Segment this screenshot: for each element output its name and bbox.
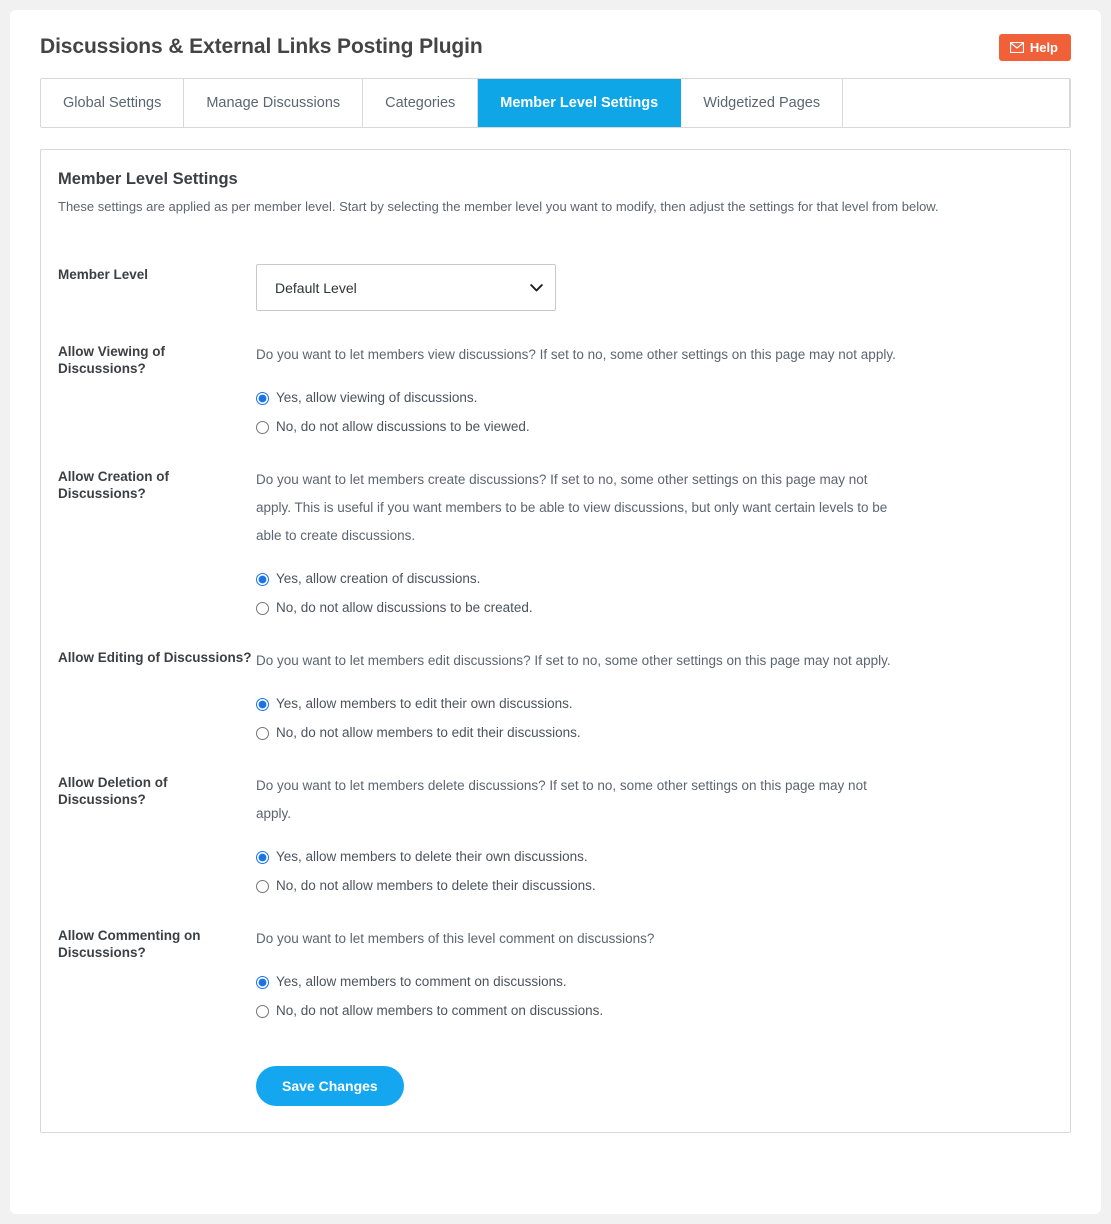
member-level-row: Member Level Default Level	[58, 228, 1053, 311]
setting-allow-deletion: Allow Deletion of Discussions? Do you wa…	[58, 742, 1053, 895]
radio-allow-deletion-no[interactable]	[256, 879, 269, 893]
radio-allow-editing-yes-label[interactable]: Yes, allow members to edit their own dis…	[276, 695, 573, 713]
save-button[interactable]: Save Changes	[256, 1066, 404, 1106]
setting-allow-editing: Allow Editing of Discussions? Do you wan…	[58, 617, 1053, 742]
tab-global-settings[interactable]: Global Settings	[41, 79, 185, 127]
setting-allow-creation: Allow Creation of Discussions? Do you wa…	[58, 436, 1053, 617]
setting-label: Allow Creation of Discussions?	[58, 469, 169, 501]
save-row: Save Changes	[58, 1020, 1053, 1106]
radio-option-yes[interactable]: Yes, allow creation of discussions.	[256, 570, 1053, 588]
radio-allow-editing-no[interactable]	[256, 726, 269, 740]
help-button[interactable]: Help	[998, 34, 1071, 61]
tab-bar: Global Settings Manage Discussions Categ…	[40, 78, 1071, 128]
setting-description: Do you want to let members edit discussi…	[256, 653, 891, 668]
page-title: Discussions & External Links Posting Plu…	[40, 35, 483, 58]
radio-allow-editing-yes[interactable]	[256, 697, 269, 711]
radio-option-yes[interactable]: Yes, allow viewing of discussions.	[256, 389, 1053, 407]
setting-description: Do you want to let members create discus…	[256, 472, 888, 543]
tab-manage-discussions[interactable]: Manage Discussions	[184, 79, 364, 127]
setting-label: Allow Commenting on Discussions?	[58, 928, 201, 960]
plugin-card: Discussions & External Links Posting Plu…	[10, 10, 1101, 1214]
radio-group-allow-creation: Yes, allow creation of discussions. No, …	[256, 570, 1053, 617]
radio-group-allow-editing: Yes, allow members to edit their own dis…	[256, 695, 1053, 742]
member-level-settings-panel: Member Level Settings These settings are…	[40, 149, 1071, 1133]
radio-group-allow-viewing: Yes, allow viewing of discussions. No, d…	[256, 389, 1053, 436]
app-header: Discussions & External Links Posting Plu…	[30, 28, 1081, 61]
panel-title: Member Level Settings	[58, 170, 238, 188]
mail-icon	[1009, 42, 1024, 53]
radio-option-yes[interactable]: Yes, allow members to edit their own dis…	[256, 695, 1053, 713]
radio-option-no[interactable]: No, do not allow members to edit their d…	[256, 724, 1053, 742]
tab-categories[interactable]: Categories	[363, 79, 479, 127]
radio-allow-editing-no-label[interactable]: No, do not allow members to edit their d…	[276, 724, 581, 742]
member-level-select-wrap: Default Level	[256, 264, 556, 311]
setting-allow-viewing: Allow Viewing of Discussions? Do you wan…	[58, 311, 1053, 436]
help-button-label: Help	[1029, 40, 1058, 55]
radio-allow-viewing-no-label[interactable]: No, do not allow discussions to be viewe…	[276, 418, 530, 436]
radio-allow-viewing-yes[interactable]	[256, 391, 269, 405]
radio-allow-deletion-no-label[interactable]: No, do not allow members to delete their…	[276, 877, 596, 895]
tab-member-level-settings[interactable]: Member Level Settings	[478, 79, 682, 127]
page-background: Discussions & External Links Posting Plu…	[0, 0, 1111, 1224]
setting-label: Allow Deletion of Discussions?	[58, 775, 168, 807]
radio-allow-deletion-yes-label[interactable]: Yes, allow members to delete their own d…	[276, 848, 588, 866]
member-level-label: Member Level	[58, 267, 149, 282]
setting-description: Do you want to let members delete discus…	[256, 778, 867, 821]
tab-bar-filler	[843, 79, 1070, 127]
radio-group-allow-deletion: Yes, allow members to delete their own d…	[256, 848, 1053, 895]
radio-group-allow-commenting: Yes, allow members to comment on discuss…	[256, 973, 1053, 1020]
radio-allow-commenting-no-label[interactable]: No, do not allow members to comment on d…	[276, 1002, 603, 1020]
radio-allow-creation-no-label[interactable]: No, do not allow discussions to be creat…	[276, 599, 533, 617]
radio-option-yes[interactable]: Yes, allow members to comment on discuss…	[256, 973, 1053, 991]
setting-allow-commenting: Allow Commenting on Discussions? Do you …	[58, 895, 1053, 1020]
radio-allow-viewing-no[interactable]	[256, 420, 269, 434]
radio-allow-deletion-yes[interactable]	[256, 850, 269, 864]
radio-option-no[interactable]: No, do not allow members to comment on d…	[256, 1002, 1053, 1020]
radio-allow-creation-yes-label[interactable]: Yes, allow creation of discussions.	[276, 570, 480, 588]
panel-description: These settings are applied as per member…	[58, 199, 939, 214]
radio-option-no[interactable]: No, do not allow discussions to be creat…	[256, 599, 1053, 617]
setting-label: Allow Editing of Discussions?	[58, 650, 252, 665]
radio-option-yes[interactable]: Yes, allow members to delete their own d…	[256, 848, 1053, 866]
tab-widgetized-pages[interactable]: Widgetized Pages	[681, 79, 844, 127]
setting-label: Allow Viewing of Discussions?	[58, 344, 166, 376]
radio-option-no[interactable]: No, do not allow discussions to be viewe…	[256, 418, 1053, 436]
radio-allow-creation-no[interactable]	[256, 601, 269, 615]
setting-description: Do you want to let members view discussi…	[256, 347, 896, 362]
setting-description: Do you want to let members of this level…	[256, 931, 655, 946]
radio-option-no[interactable]: No, do not allow members to delete their…	[256, 877, 1053, 895]
radio-allow-commenting-yes-label[interactable]: Yes, allow members to comment on discuss…	[276, 973, 567, 991]
member-level-select[interactable]: Default Level	[256, 264, 556, 311]
radio-allow-commenting-yes[interactable]	[256, 975, 269, 989]
radio-allow-viewing-yes-label[interactable]: Yes, allow viewing of discussions.	[276, 389, 477, 407]
radio-allow-creation-yes[interactable]	[256, 572, 269, 586]
save-row-spacer	[58, 1066, 256, 1106]
radio-allow-commenting-no[interactable]	[256, 1004, 269, 1018]
